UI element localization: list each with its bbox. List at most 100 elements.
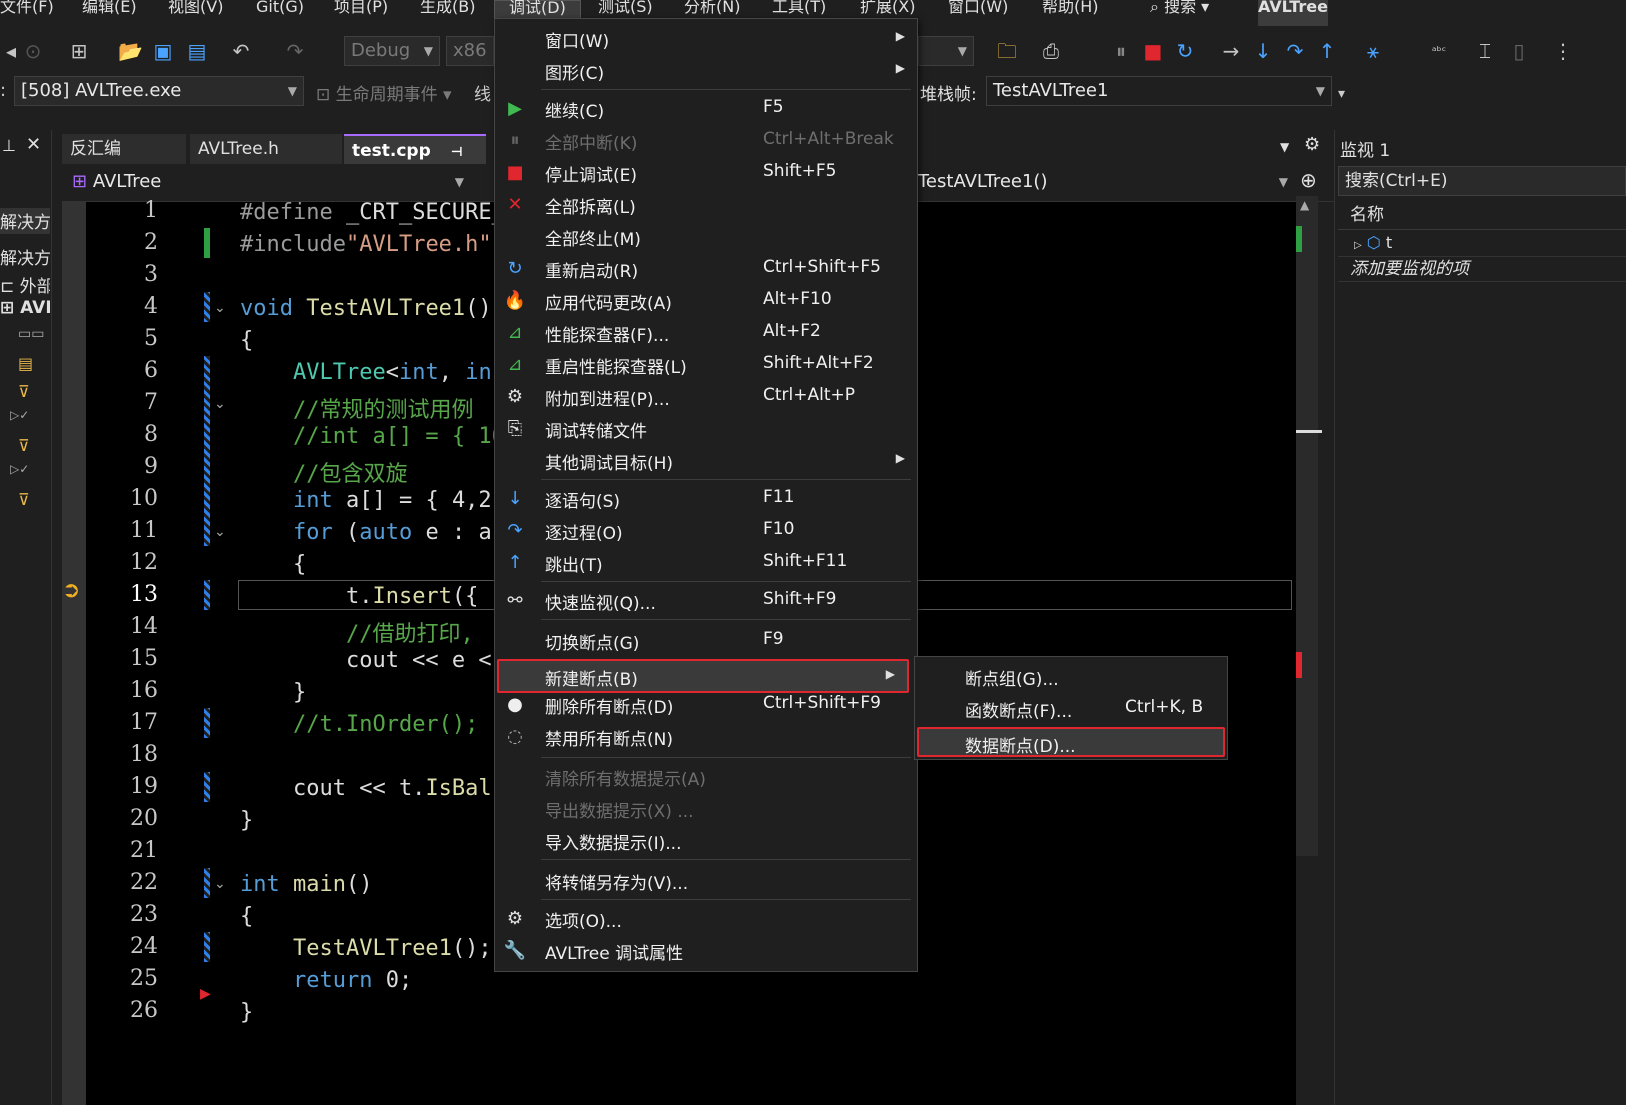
stackframe-dropdown[interactable]: TestAVLTree1 ▼ (986, 76, 1332, 106)
member-dropdown[interactable]: TestAVLTree1() ▼ (912, 168, 1294, 198)
watch-add-item[interactable]: 添加要监视的项 (1338, 256, 1626, 282)
collapse-icon[interactable]: ⌄ (214, 300, 226, 316)
references-icon[interactable]: ▭▭ (18, 326, 44, 342)
menu-file[interactable]: 文件(F) (0, 0, 54, 26)
toolbar-options-icon[interactable]: ▾ (1338, 86, 1345, 102)
menu-item-new-breakpoint[interactable]: 新建断点(B) ▶ (497, 659, 909, 693)
collapse-icon[interactable]: ⌄ (214, 524, 226, 540)
watch-column-name[interactable]: 名称 (1338, 202, 1626, 230)
process-dropdown[interactable]: [508] AVLTree.exe ▼ (14, 76, 304, 106)
tab-list-icon[interactable]: ▼ (1280, 140, 1289, 154)
save-all-icon[interactable]: ▤ (186, 40, 208, 62)
comment-icon[interactable]: ⌶ (1474, 40, 1496, 62)
menu-help[interactable]: 帮助(H) (1042, 0, 1099, 26)
menu-project[interactable]: 项目(P) (334, 0, 388, 26)
menu-item-detach-all[interactable]: ✕ 全部拆离(L) (495, 189, 917, 221)
menu-item-export-datatips[interactable]: 导出数据提示(X) ... (495, 793, 917, 825)
menu-item-relaunch-profiler[interactable]: ⊿ 重启性能探查器(L) Shift+Alt+F2 (495, 349, 917, 381)
menu-item-restart[interactable]: ↻ 重新启动(R) Ctrl+Shift+F5 (495, 253, 917, 285)
menu-item-import-datatips[interactable]: 导入数据提示(I)... (495, 825, 917, 857)
find-in-files-icon[interactable]: 🗀 (996, 40, 1018, 62)
close-icon[interactable]: ✕ (26, 134, 41, 155)
collapse-icon[interactable]: ⌄ (214, 876, 226, 892)
menu-item-toggle-breakpoint[interactable]: 切换断点(G) F9 (495, 625, 917, 657)
stop-icon[interactable]: ■ (1142, 40, 1164, 62)
pin-icon[interactable]: ⊣ (451, 145, 463, 160)
search-box[interactable]: ⌕ 搜索 ▾ (1150, 0, 1209, 26)
submenu-item-function-breakpoint[interactable]: 函数断点(F)... Ctrl+K, B (915, 693, 1227, 725)
filter-folder-icon[interactable]: ⊽ (18, 436, 30, 455)
menu-item-terminate-all[interactable]: 全部终止(M) (495, 221, 917, 253)
restart-icon[interactable]: ↻ (1174, 40, 1196, 62)
break-all-icon[interactable]: ⏸ (1110, 40, 1132, 62)
open-folder-icon[interactable]: 📂 (118, 40, 143, 62)
expand-icon[interactable]: ▷ (1354, 240, 1362, 251)
scroll-up-icon[interactable]: ▲ (1300, 198, 1309, 212)
save-icon[interactable]: ▣ (152, 40, 174, 62)
gear-icon[interactable]: ⚙ (1304, 134, 1320, 155)
folder-icon[interactable]: ▤ (18, 354, 33, 373)
expand-icon[interactable]: ▷✓ (10, 408, 29, 422)
tab-test-cpp[interactable]: test.cpp ⊣ ✕ (344, 134, 486, 193)
diagnostic-icon[interactable]: ⚹ (1362, 40, 1384, 62)
hot-reload-icon[interactable]: ⎙ (1040, 40, 1062, 62)
step-into-icon[interactable]: ↓ (1252, 40, 1274, 62)
menu-item-stop-debugging[interactable]: ■ 停止调试(E) Shift+F5 (495, 157, 917, 189)
scope-dropdown[interactable]: ⊞ AVLTree ▼ (66, 168, 470, 198)
toolbar-overflow-icon[interactable]: ⋮ (1552, 40, 1574, 62)
tab-avltree-h[interactable]: AVLTree.h (190, 134, 342, 164)
menu-item-options[interactable]: ⚙ 选项(O)... (495, 903, 917, 935)
menu-item-quick-watch[interactable]: ⚯ 快速监视(Q)... Shift+F9 (495, 585, 917, 617)
menu-item-clear-datatips[interactable]: 清除所有数据提示(A) (495, 761, 917, 793)
solution-explorer-tab[interactable]: 解决方 (0, 208, 50, 234)
split-icon[interactable]: ⊕ (1300, 168, 1317, 192)
menu-window[interactable]: 窗口(W) (948, 0, 1008, 26)
menu-item-other-targets[interactable]: 其他调试目标(H) ▶ (495, 445, 917, 477)
vertical-scrollbar[interactable] (1296, 196, 1318, 856)
back-icon[interactable]: ◂ (0, 40, 22, 62)
submenu-item-breakpoint-group[interactable]: 断点组(G)... (915, 661, 1227, 693)
menu-item-profiler[interactable]: ⊿ 性能探查器(F)... Alt+F2 (495, 317, 917, 349)
menu-item-debug-properties[interactable]: 🔧 AVLTree 调试属性 (495, 935, 917, 967)
collapse-icon[interactable]: ⌄ (214, 396, 226, 412)
watch-search-input[interactable]: 搜索(Ctrl+E) (1338, 166, 1626, 196)
watch-row[interactable]: ▷ ⬡ t (1338, 232, 1626, 256)
menu-item-disable-all-breakpoints[interactable]: ◌ 禁用所有断点(N) (495, 721, 917, 753)
external-deps-node[interactable]: ⊏ 外部 (0, 272, 50, 297)
menu-item-break-all[interactable]: ⏸ 全部中断(K) Ctrl+Alt+Break (495, 125, 917, 157)
filter-folder-icon[interactable]: ⊽ (18, 382, 30, 401)
menu-item-debug-dump[interactable]: ⎘ 调试转储文件 (495, 413, 917, 445)
menu-edit[interactable]: 编辑(E) (82, 0, 137, 26)
menu-item-step-over[interactable]: ↷ 逐过程(O) F10 (495, 515, 917, 547)
menu-build[interactable]: 生成(B) (420, 0, 475, 26)
redo-icon[interactable]: ↷ (284, 40, 306, 62)
startup-dropdown[interactable]: ▼ (918, 36, 974, 66)
solution-node[interactable]: 解决方 (0, 244, 50, 269)
project-node[interactable]: ⊞ AVL (0, 298, 50, 318)
undo-icon[interactable]: ↶ (230, 40, 252, 62)
step-out-icon[interactable]: ↑ (1316, 40, 1338, 62)
config-dropdown[interactable]: Debug ▼ (344, 36, 440, 66)
expand-icon[interactable]: ▷✓ (10, 462, 29, 476)
show-next-statement-icon[interactable]: → (1220, 40, 1242, 62)
pin-icon[interactable]: ⊥ (2, 136, 16, 155)
menu-item-save-dump-as[interactable]: 将转储另存为(V)... (495, 865, 917, 897)
menu-item-graphics[interactable]: 图形(C) ▶ (495, 55, 917, 87)
menu-item-step-into[interactable]: ↓ 逐语句(S) F11 (495, 483, 917, 515)
spell-check-icon[interactable]: ᵃᵇᶜ (1428, 40, 1450, 62)
menu-item-continue[interactable]: ▶ 继续(C) F5 (495, 93, 917, 125)
menu-item-delete-all-breakpoints[interactable]: ● 删除所有断点(D) Ctrl+Shift+F9 (495, 689, 917, 721)
submenu-item-data-breakpoint[interactable]: 数据断点(D)... (917, 727, 1225, 757)
menu-git[interactable]: Git(G) (256, 0, 304, 26)
menu-item-apply-code-changes[interactable]: 🔥 应用代码更改(A) Alt+F10 (495, 285, 917, 317)
menu-item-step-out[interactable]: ↑ 跳出(T) Shift+F11 (495, 547, 917, 579)
new-project-icon[interactable]: ⊞ (68, 40, 90, 62)
tab-disassembly[interactable]: 反汇编 (62, 134, 186, 164)
forward-icon[interactable]: ⊙ (22, 40, 44, 62)
menu-item-attach-to-process[interactable]: ⚙ 附加到进程(P)... Ctrl+Alt+P (495, 381, 917, 413)
step-over-icon[interactable]: ↷ (1284, 40, 1306, 62)
menu-item-window[interactable]: 窗口(W) ▶ (495, 23, 917, 55)
filter-folder-icon[interactable]: ⊽ (18, 490, 30, 509)
menu-view[interactable]: 视图(V) (168, 0, 223, 26)
uncomment-icon[interactable]: ▯ (1508, 40, 1530, 62)
